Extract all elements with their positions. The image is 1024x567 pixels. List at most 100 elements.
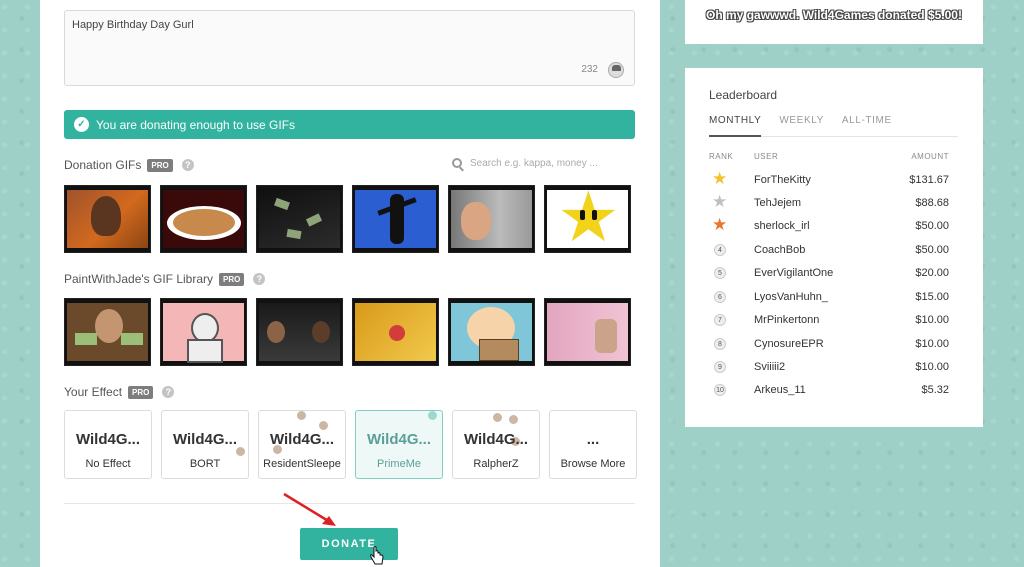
gif-thumbnail[interactable] bbox=[352, 298, 439, 366]
search-icon bbox=[452, 158, 462, 168]
rank-badge: 7 bbox=[714, 314, 726, 326]
tab-weekly[interactable]: WEEKLY bbox=[779, 113, 824, 136]
message-text: Happy Birthday Day Gurl bbox=[72, 19, 194, 31]
donor-name: LyosVanHuhn_ bbox=[754, 291, 828, 303]
gif-library-heading: PaintWithJade's GIF Library PRO ? bbox=[64, 272, 266, 286]
donation-gifs-grid: ★ bbox=[64, 185, 631, 253]
effect-particle bbox=[428, 411, 437, 420]
donor-amount: $20.00 bbox=[915, 267, 949, 279]
donor-name: MrPinkertonn bbox=[754, 314, 820, 326]
rank-badge: 10 bbox=[714, 384, 726, 396]
tab-monthly[interactable]: MONTHLY bbox=[709, 113, 762, 137]
effect-name: Browse More bbox=[560, 458, 626, 470]
donor-name: CynosureEPR bbox=[754, 338, 824, 350]
rank-badge: 4 bbox=[714, 244, 726, 256]
leaderboard-row: 5 EverVigilantOne $20.00 bbox=[709, 266, 949, 289]
rank-badge: 5 bbox=[714, 267, 726, 279]
gif-library-label: PaintWithJade's GIF Library bbox=[64, 272, 214, 286]
donor-name: TehJejem bbox=[754, 197, 802, 209]
effect-card-primeme[interactable]: Wild4G... PrimeMe bbox=[355, 410, 443, 479]
donation-form-panel: Happy Birthday Day Gurl 232 ✓ You are do… bbox=[40, 0, 660, 567]
donor-amount: $10.00 bbox=[915, 361, 949, 373]
effect-card-residentsleeper[interactable]: Wild4G... ResidentSleepe bbox=[258, 410, 346, 479]
donor-amount: $15.00 bbox=[915, 291, 949, 303]
effect-card-ralpherz[interactable]: Wild4G... RalpherZ bbox=[452, 410, 540, 479]
alert-text: You are donating enough to use GIFs bbox=[96, 117, 296, 132]
effect-card-bort[interactable]: Wild4G... BORT bbox=[161, 410, 249, 479]
effect-preview-text: Wild4G... bbox=[366, 431, 432, 448]
effect-preview-text: Wild4G... bbox=[172, 431, 238, 448]
effect-options: Wild4G... No Effect Wild4G... BORT Wild4… bbox=[64, 410, 637, 479]
leaderboard-tabs: MONTHLY WEEKLY ALL-TIME bbox=[709, 113, 958, 137]
leaderboard-row: 6 LyosVanHuhn_ $15.00 bbox=[709, 290, 949, 313]
gif-thumbnail[interactable] bbox=[256, 185, 343, 253]
your-effect-label: Your Effect bbox=[64, 385, 123, 399]
pro-badge: PRO bbox=[147, 158, 173, 172]
donor-amount: $10.00 bbox=[915, 314, 949, 326]
help-icon[interactable]: ? bbox=[162, 386, 175, 398]
red-arrow-icon bbox=[283, 492, 336, 526]
gif-thumbnail[interactable] bbox=[352, 185, 439, 253]
donor-amount: $50.00 bbox=[915, 220, 949, 232]
leaderboard-row: 8 CynosureEPR $10.00 bbox=[709, 337, 949, 360]
gif-eligible-alert: ✓ You are donating enough to use GIFs bbox=[64, 110, 635, 139]
gif-thumbnail[interactable] bbox=[544, 298, 631, 366]
gif-thumbnail[interactable] bbox=[256, 298, 343, 366]
gif-thumbnail[interactable] bbox=[160, 298, 247, 366]
emoji-picker-icon[interactable] bbox=[608, 62, 624, 78]
help-icon[interactable]: ? bbox=[253, 273, 266, 285]
amount-header: AMOUNT bbox=[911, 152, 949, 161]
leaderboard-row: ★ ForTheKitty $131.67 bbox=[709, 169, 949, 196]
help-icon[interactable]: ? bbox=[181, 159, 194, 171]
effect-particle bbox=[297, 411, 306, 420]
donation-gifs-heading: Donation GIFs PRO ? bbox=[64, 158, 194, 172]
effect-particle bbox=[509, 415, 518, 424]
effect-name: BORT bbox=[189, 458, 221, 470]
silver-star-icon: ★ bbox=[712, 192, 728, 211]
effect-preview-text: ... bbox=[586, 431, 600, 448]
donor-name: sherlock_irl bbox=[754, 220, 810, 232]
gif-thumbnail[interactable]: ★ bbox=[544, 185, 631, 253]
rank-badge: 6 bbox=[714, 291, 726, 303]
divider bbox=[64, 503, 635, 504]
your-effect-heading: Your Effect PRO ? bbox=[64, 385, 175, 399]
effect-particle bbox=[319, 421, 328, 430]
donation-gifs-label: Donation GIFs bbox=[64, 158, 142, 172]
gif-thumbnail[interactable] bbox=[448, 298, 535, 366]
donor-amount: $88.68 bbox=[915, 197, 949, 209]
effect-name: No Effect bbox=[85, 458, 131, 470]
gif-thumbnail[interactable] bbox=[160, 185, 247, 253]
gif-thumbnail[interactable] bbox=[64, 298, 151, 366]
leaderboard-title: Leaderboard bbox=[709, 88, 778, 102]
leaderboard-row: 7 MrPinkertonn $10.00 bbox=[709, 313, 949, 336]
rank-badge: 9 bbox=[714, 361, 726, 373]
donor-amount: $131.67 bbox=[909, 174, 949, 186]
alert-preview-card: Oh my gawwwd. Wild4Games donated $5.00! bbox=[685, 0, 983, 44]
effect-card-browse-more[interactable]: ... Browse More bbox=[549, 410, 637, 479]
effect-name: RalpherZ bbox=[473, 458, 519, 470]
hand-cursor-icon bbox=[370, 546, 384, 565]
gif-search-input[interactable] bbox=[470, 157, 620, 169]
donor-name: Sviiiii2 bbox=[754, 361, 786, 373]
rank-badge: 8 bbox=[714, 338, 726, 350]
tab-all-time[interactable]: ALL-TIME bbox=[842, 113, 892, 136]
message-textarea[interactable]: Happy Birthday Day Gurl 232 bbox=[64, 10, 635, 86]
user-header: USER bbox=[754, 152, 779, 161]
effect-card-no-effect[interactable]: Wild4G... No Effect bbox=[64, 410, 152, 479]
leaderboard-row: 4 CoachBob $50.00 bbox=[709, 243, 949, 266]
leaderboard-row: ★ sherlock_irl $50.00 bbox=[709, 215, 949, 242]
bronze-star-icon: ★ bbox=[712, 215, 728, 234]
check-circle-icon: ✓ bbox=[74, 117, 89, 132]
alert-preview-text: Oh my gawwwd. Wild4Games donated $5.00! bbox=[706, 8, 962, 22]
gold-star-icon: ★ bbox=[712, 169, 728, 188]
effect-preview-text: Wild4G... bbox=[269, 431, 335, 448]
pro-badge: PRO bbox=[219, 272, 245, 286]
donor-name: EverVigilantOne bbox=[754, 267, 834, 279]
gif-thumbnail[interactable] bbox=[64, 185, 151, 253]
leaderboard-row: 10 Arkeus_11 $5.32 bbox=[709, 383, 949, 406]
effect-name: ResidentSleepe bbox=[263, 458, 341, 470]
rank-header: RANK bbox=[709, 152, 734, 161]
gif-thumbnail[interactable] bbox=[448, 185, 535, 253]
donor-name: CoachBob bbox=[754, 244, 806, 256]
leaderboard-row: ★ TehJejem $88.68 bbox=[709, 192, 949, 219]
